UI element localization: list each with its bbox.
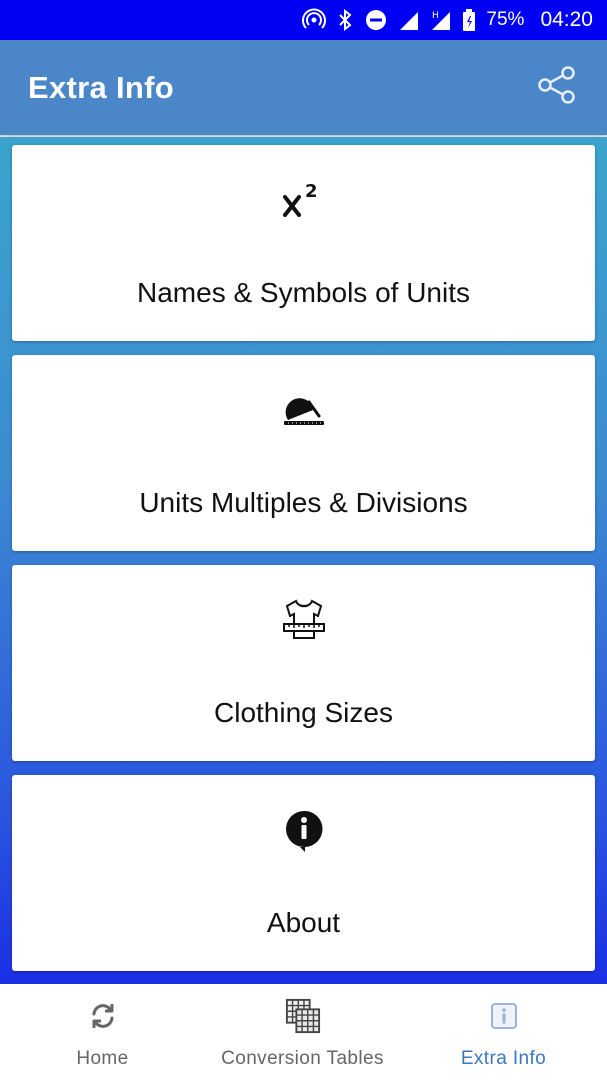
nav-item-home[interactable]: Home bbox=[0, 984, 205, 1080]
svg-text:H: H bbox=[432, 11, 439, 21]
hotspot-icon bbox=[302, 8, 327, 32]
status-time: 04:20 bbox=[540, 8, 593, 31]
shirt-measure-icon bbox=[279, 595, 329, 645]
nav-item-conversion-tables[interactable]: Conversion Tables bbox=[205, 984, 400, 1080]
share-icon bbox=[536, 64, 578, 111]
card-about[interactable]: About bbox=[12, 775, 595, 971]
info-bubble-icon bbox=[279, 805, 329, 855]
info-icon bbox=[486, 998, 522, 1034]
signal-icon bbox=[398, 8, 420, 32]
battery-icon bbox=[462, 8, 476, 32]
bottom-navigation: Home Conversion Tables Extra Info bbox=[0, 984, 607, 1080]
signal-h-icon: H bbox=[430, 8, 452, 32]
card-label: About bbox=[266, 907, 341, 938]
status-bar: H 75% 04:20 bbox=[0, 0, 607, 40]
app-bar: Extra Info bbox=[0, 40, 607, 135]
card-label: Clothing Sizes bbox=[214, 697, 393, 728]
nav-item-extra-info[interactable]: Extra Info bbox=[400, 984, 607, 1080]
refresh-icon bbox=[85, 998, 121, 1034]
content-area: 2 Names & Symbols of Units Units Multipl… bbox=[0, 137, 607, 984]
nav-label: Home bbox=[76, 1048, 129, 1069]
card-clothing-sizes[interactable]: Clothing Sizes bbox=[12, 565, 595, 761]
svg-text:2: 2 bbox=[305, 181, 318, 202]
bluetooth-icon bbox=[336, 8, 354, 32]
table-icon bbox=[285, 998, 321, 1034]
do-not-disturb-icon bbox=[364, 8, 388, 32]
card-units-multiples[interactable]: Units Multiples & Divisions bbox=[12, 355, 595, 551]
superscript-icon: 2 bbox=[279, 175, 329, 225]
nav-label: Conversion Tables bbox=[221, 1048, 384, 1069]
protractor-icon bbox=[279, 385, 329, 435]
card-label: Units Multiples & Divisions bbox=[139, 487, 468, 518]
nav-label: Extra Info bbox=[460, 1048, 547, 1069]
card-names-symbols[interactable]: 2 Names & Symbols of Units bbox=[12, 145, 595, 341]
page-title: Extra Info bbox=[28, 69, 174, 105]
card-label: Names & Symbols of Units bbox=[137, 277, 470, 308]
share-button[interactable] bbox=[535, 66, 579, 110]
battery-percent: 75% bbox=[486, 9, 525, 30]
